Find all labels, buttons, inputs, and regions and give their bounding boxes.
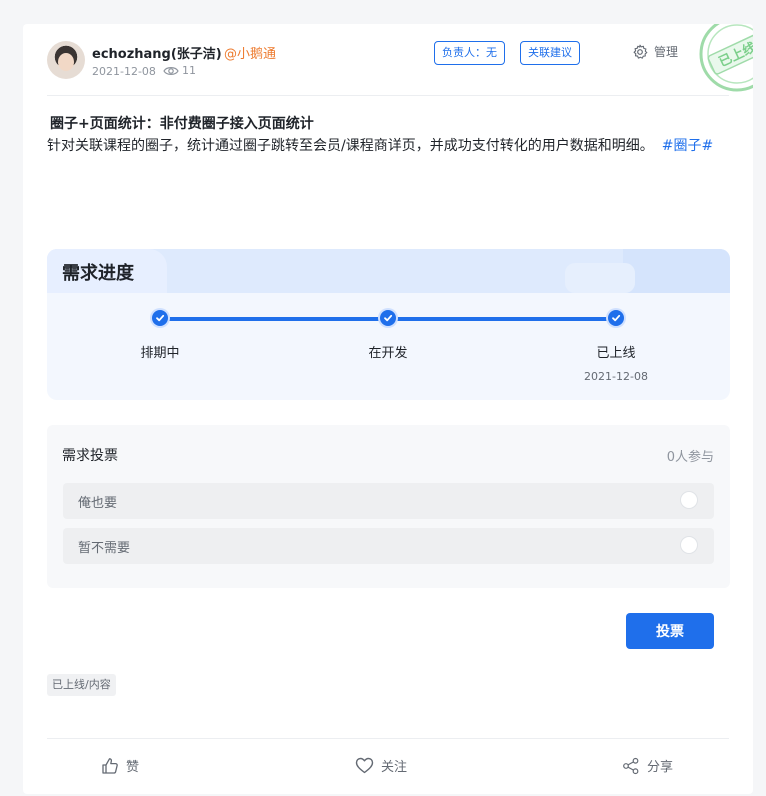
post-card: echozhang(张子洁) @小鹅通 2021-12-08 11 负责人：无 … xyxy=(23,24,753,794)
related-suggestion-button[interactable]: 关联建议 xyxy=(520,41,580,65)
heart-icon xyxy=(355,757,374,774)
progress-panel: 需求进度 排期中 在开发 已上线 2021-12-08 xyxy=(47,249,730,400)
thumbs-up-icon xyxy=(102,757,118,774)
vote-panel: 需求投票 0人参与 俺也要 暂不需要 xyxy=(47,425,730,588)
like-label: 赞 xyxy=(126,760,140,775)
share-label: 分享 xyxy=(647,760,674,775)
owner-button[interactable]: 负责人：无 xyxy=(434,41,505,65)
step-dot-developing xyxy=(380,310,396,326)
step-label-launched: 已上线 xyxy=(596,346,636,361)
follow-button[interactable]: 关注 xyxy=(355,756,407,775)
step-dot-launched xyxy=(608,310,624,326)
step-label-developing: 在开发 xyxy=(368,346,408,361)
mention-link[interactable]: @小鹅通 xyxy=(224,43,276,62)
eye-icon xyxy=(163,66,179,75)
vote-submit-button[interactable]: 投票 xyxy=(626,613,714,649)
avatar[interactable] xyxy=(47,41,85,79)
author-name[interactable]: echozhang(张子洁) xyxy=(92,43,222,62)
description-text: 针对关联课程的圈子，统计通过圈子跳转至会员/课程商详页，并成功支付转化的用户数据… xyxy=(47,138,654,154)
check-icon xyxy=(612,314,621,322)
step-dot-scheduled xyxy=(152,310,168,326)
header-divider xyxy=(47,95,729,96)
vote-title: 需求投票 xyxy=(62,448,118,464)
like-button[interactable]: 赞 xyxy=(101,756,139,775)
header-decoration xyxy=(565,249,730,293)
post-date: 2021-12-08 xyxy=(92,65,156,78)
footer-divider xyxy=(47,738,729,739)
gear-icon xyxy=(633,44,648,59)
post-description: 针对关联课程的圈子，统计通过圈子跳转至会员/课程商详页，并成功支付转化的用户数据… xyxy=(47,134,737,158)
status-tag[interactable]: 已上线/内容 xyxy=(47,674,116,696)
manage-label: 管理 xyxy=(654,45,679,59)
follow-label: 关注 xyxy=(381,760,408,775)
vote-option-label: 暂不需要 xyxy=(78,541,131,556)
progress-title: 需求进度 xyxy=(62,263,134,284)
progress-header: 需求进度 xyxy=(47,249,730,293)
view-count: 11 xyxy=(163,64,196,77)
step-label-scheduled: 排期中 xyxy=(140,346,180,361)
view-count-value: 11 xyxy=(182,64,196,77)
launched-stamp-icon: 已上线 xyxy=(699,24,753,92)
post-title: 圈子+页面统计：非付费圈子接入页面统计 xyxy=(50,116,314,132)
manage-button[interactable]: 管理 xyxy=(632,43,678,60)
share-button[interactable]: 分享 xyxy=(622,756,673,775)
vote-option-radio[interactable] xyxy=(680,536,698,554)
share-icon xyxy=(623,757,639,774)
hashtag-link[interactable]: #圈子# xyxy=(662,138,713,154)
check-icon xyxy=(156,314,165,322)
vote-option-label: 俺也要 xyxy=(78,496,118,511)
vote-option-not-needed[interactable]: 暂不需要 xyxy=(63,528,714,564)
vote-participants: 0人参与 xyxy=(666,450,714,465)
step-date-launched: 2021-12-08 xyxy=(584,370,648,383)
vote-option-radio[interactable] xyxy=(680,491,698,509)
check-icon xyxy=(384,314,393,322)
vote-option-want[interactable]: 俺也要 xyxy=(63,483,714,519)
